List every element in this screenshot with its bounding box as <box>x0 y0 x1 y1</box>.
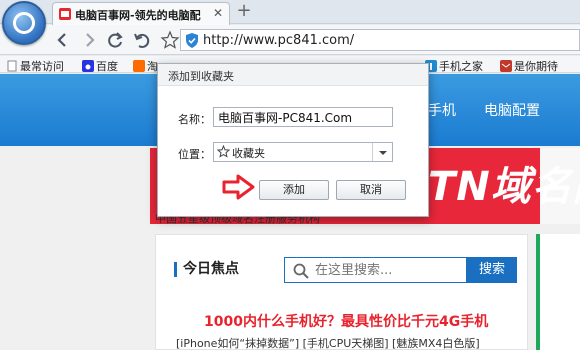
focus-headline-link[interactable]: 1000内什么手机好？最具性价比千元4G手机 <box>204 311 488 331</box>
red-arrow-icon <box>222 174 255 200</box>
bookmark-taobao[interactable]: 淘 <box>133 58 158 74</box>
banner-headline: TN域名降 <box>428 164 580 210</box>
mail-icon <box>500 60 512 72</box>
focus-panel: 今日焦点 搜索 1000内什么手机好？最具性价比千元4G手机 [iPhone如何… <box>155 234 528 350</box>
tab-title: 电脑百事网-领先的电脑配 <box>75 9 201 22</box>
site-favicon-icon <box>59 8 71 20</box>
search-input[interactable] <box>315 261 455 279</box>
baidu-paw-icon <box>82 60 94 72</box>
focus-title: 今日焦点 <box>174 262 239 277</box>
site-nav-pc-config[interactable]: 电脑配置 <box>484 100 540 120</box>
site-nav-phone[interactable]: 手机 <box>428 100 456 120</box>
tab-active[interactable]: 电脑百事网-领先的电脑配 ✕ <box>52 2 230 25</box>
folder-value: 收藏夹 <box>232 147 265 160</box>
search-box[interactable] <box>284 257 467 283</box>
browser-menu-orb-icon[interactable] <box>2 1 46 45</box>
search-button[interactable]: 搜索 <box>467 257 517 283</box>
address-bar[interactable]: http://www.pc841.com/ <box>180 29 580 51</box>
back-icon[interactable] <box>52 29 74 51</box>
add-button[interactable]: 添加 <box>259 180 329 200</box>
side-panel <box>536 234 580 350</box>
bookmark-baidu[interactable]: 百度 <box>82 58 118 74</box>
name-label: 名称： <box>178 113 211 126</box>
security-shield-icon <box>186 33 198 48</box>
tab-close-icon[interactable]: ✕ <box>213 6 223 20</box>
undo-icon[interactable] <box>130 29 152 51</box>
chevron-down-icon[interactable] <box>372 143 392 161</box>
dialog-header: 添加到收藏夹 <box>158 64 428 86</box>
add-favorite-dialog: 添加到收藏夹 名称： 位置： 收藏夹 添加 取消 <box>157 63 429 217</box>
bookmark-expect[interactable]: 是你期待 <box>500 58 558 74</box>
bookmark-phone-home[interactable]: 手机之家 <box>425 58 483 74</box>
folder-select[interactable]: 收藏夹 <box>213 142 393 162</box>
address-url: http://www.pc841.com/ <box>203 33 355 48</box>
star-icon <box>217 145 230 158</box>
bookmark-most-visited[interactable]: 最常访问 <box>6 58 64 74</box>
new-tab-button[interactable]: + <box>233 2 255 22</box>
folder-label: 位置： <box>178 148 211 161</box>
focus-sub-links[interactable]: [iPhone如何“抹掉数据”] [手机CPU天梯图] [魅族MX4白色版] <box>176 335 480 350</box>
navigation-bar: http://www.pc841.com/ <box>0 25 580 55</box>
cancel-button[interactable]: 取消 <box>336 180 406 200</box>
forward-icon[interactable] <box>78 29 100 51</box>
dialog-title: 添加到收藏夹 <box>168 70 234 83</box>
taobao-icon <box>133 60 145 72</box>
search-icon <box>293 263 309 279</box>
refresh-icon[interactable] <box>104 29 126 51</box>
page-icon <box>7 60 17 72</box>
favorite-star-icon[interactable] <box>160 30 180 50</box>
favorite-name-field[interactable] <box>213 107 393 127</box>
